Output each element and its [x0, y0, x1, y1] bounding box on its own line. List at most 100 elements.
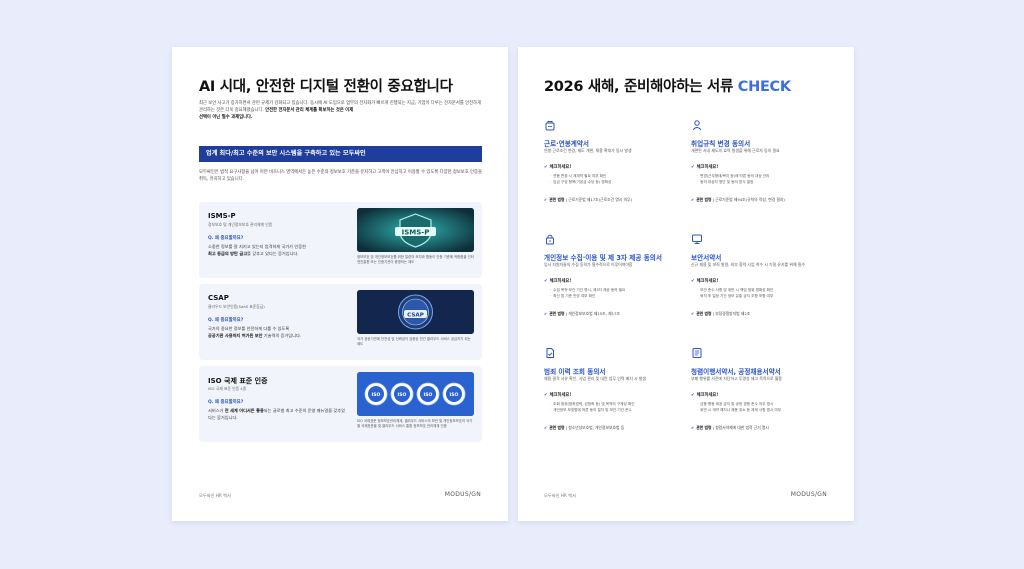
document-description: 채용 결격 사유 확인, 사업 관리 및 내란 업무 인력 배치 시 발생: [544, 376, 646, 381]
cert-subtitle: ISO 국제 표준 인증 4종: [208, 386, 247, 391]
check-icon: ✔: [691, 197, 695, 202]
check-label: ✔ 체크하세요!: [544, 392, 571, 398]
cert-caption: ISO 국제표준 정보보호관리체계, 클라우드 서비스의 보안 및 개인정보보호…: [357, 419, 473, 429]
person-icon: [692, 120, 702, 131]
check-label: ✔ 체크하세요!: [544, 164, 571, 170]
check-list: 조회 범위(범죄경력, 성범죄 등) 및 목적의 구체성 확인 개인정보 보호법…: [550, 401, 635, 413]
law-reference: ✔ 관련 법령 | 청렴서약제에 대한 법적 근거 명시: [691, 425, 769, 430]
lock-icon: [546, 234, 554, 245]
check-label-text: 체크하세요!: [696, 279, 719, 284]
law-reference: ✔ 관련 법령 | 부정경쟁방지법 제2조: [691, 311, 751, 316]
title-accent: CHECK: [737, 79, 791, 95]
check-icon: ✔: [544, 425, 548, 430]
law-label: 관련 법령: [549, 197, 565, 202]
cert-answer: 소중한 정보를 잘 지키고 있는지 엄격하게 국가가 인증한 최고 등급의 방탄…: [208, 244, 348, 257]
page-title: AI 시대, 안전한 디지털 전환이 중요합니다: [199, 79, 453, 95]
check-icon: ✔: [691, 279, 695, 284]
document-check-icon: [546, 348, 554, 358]
cert-question: Q. 왜 중요할까요?: [208, 236, 244, 241]
cert-subtitle: 정보보호 및 개인정보보호 관리체계 인증: [208, 222, 273, 227]
cert-answer-tail: 기술력의 증거입니다.: [262, 332, 302, 338]
cert-card-csap: CSAP 클라우드 보안인증(SaaS 표준등급) Q. 왜 중요할까요? 국가…: [199, 284, 482, 360]
footer-brand: MODUS/GN: [444, 491, 481, 498]
check-label-text: 체크하세요!: [549, 393, 572, 398]
cert-caption: 국가 공공기관에 안전성 및 신뢰성이 검증된 민간 클라우드 서비스 공급자가…: [357, 337, 471, 347]
cert-question: Q. 왜 중요할까요?: [208, 400, 244, 405]
check-icon: ✔: [691, 311, 695, 316]
csap-badge-image: CSAP: [357, 290, 474, 334]
badge-label: ISO: [450, 392, 459, 398]
document-title: 취업규칙 변경 동의서: [691, 140, 751, 148]
document-title: 개인정보 수집·이용 및 제 3자 제공 동의서: [544, 254, 662, 262]
cert-answer: 서비스가 전 세계 어디서든 통용되는 글로벌 최고 수준의 운영 매뉴얼을 갖…: [208, 408, 348, 421]
law-text: 근로기준법 제17조(근로조건 명시 의무): [568, 197, 632, 202]
check-icon: ✔: [544, 197, 548, 202]
check-list: 변경(근무형태/복지 등)에 따른 동의 대상 관리 동의 대상자 명단 및 동…: [697, 173, 769, 185]
law-reference: ✔ 관련 법령 | 근로기준법 제17조(근로조건 명시 의무): [544, 197, 632, 202]
badge-label: ISO: [372, 392, 381, 398]
law-reference: ✔ 관련 법령 | 근로기준법 제94조(규칙의 작성, 변경 절차): [691, 197, 785, 202]
check-label: ✔ 체크하세요!: [691, 164, 718, 170]
intro-paragraph: 최근 보안 사고가 증가하면서 관련 규제가 강화되고 있습니다. 동시에 AI…: [199, 100, 483, 121]
check-list: 연봉 변경 시 재계약 필요 여부 확인 임금 구성 항목(기본급·수당 등) …: [550, 173, 611, 185]
cert-answer-text: 서비스가: [208, 408, 225, 413]
cert-name: ISMS-P: [208, 212, 236, 220]
isms-p-badge-image: ISMS-P: [357, 208, 474, 252]
page-title: 2026 새해, 준비해야하는 서류 CHECK: [544, 75, 791, 96]
check-label: ✔ 체크하세요!: [544, 278, 571, 284]
check-icon: ✔: [691, 425, 695, 430]
document-description: 부패 행위를 사전에 차단하고 투명성 제고 목적으로 활용: [691, 376, 782, 381]
list-item: 임금 구성 항목(기본급·수당 등) 명확성: [550, 179, 611, 185]
cert-answer-text: 소중한 정보를 잘 지키고 있는지 엄격하게 국가가 인증한: [208, 244, 306, 249]
check-icon: ✔: [544, 311, 548, 316]
cert-question: Q. 왜 중요할까요?: [208, 318, 244, 323]
check-label-text: 체크하세요!: [696, 165, 719, 170]
banner-description: 모두싸인은 법적 요구사항을 넘어 어떤 비즈니스 영역에서든 높은 수준의 정…: [199, 170, 482, 182]
cert-name: ISO 국제 표준 인증: [208, 377, 268, 385]
document-title: 청렴이행서약서, 공정채용서약서: [691, 368, 781, 376]
law-label: 관련 법령: [549, 425, 565, 430]
check-icon: ✔: [544, 165, 548, 170]
cert-caption: 정보보호 및 개인정보보호를 위한 일련의 조치와 활동이 인증 기준에 적합함…: [357, 255, 474, 265]
intro-line-1: 최근 보안 사고가 증가하면서 관련 규제가 강화되고 있습니다. 동시에 AI…: [199, 101, 417, 106]
law-label: 관련 법령: [549, 311, 565, 316]
list-item: 퇴직 후 일정 기간 정보 유출 금지 조항 포함 여부: [697, 293, 773, 299]
intro-bold: 안전한 전자문서 관리 체계를 확보하는 것은 이제: [265, 108, 354, 113]
cert-answer-tail: 를 갖추고 있다는 증거입니다.: [247, 250, 299, 256]
list-item: 위반 시 계약 해지나 채용 취소 등 제재 사항 명시 여부: [697, 407, 781, 413]
document-title: 범죄 이력 조회 동의서: [544, 368, 606, 376]
check-label-text: 체크하세요!: [549, 279, 572, 284]
cert-answer-bold: 전 세계 어디서든 통용: [224, 408, 264, 413]
cert-card-iso: ISO 국제 표준 인증 ISO 국제 표준 인증 4종 Q. 왜 중요할까요?…: [199, 366, 482, 442]
left-page: AI 시대, 안전한 디지털 전환이 중요합니다 최근 보안 사고가 증가하면서…: [172, 47, 508, 521]
badge-label: ISO: [424, 392, 433, 398]
check-label: ✔ 체크하세요!: [691, 278, 718, 284]
check-icon: ✔: [691, 393, 695, 398]
law-text: 청소년성보호법, 개인정보보호법 등: [568, 425, 625, 430]
law-reference: ✔ 관련 법령 | 개인정보보호법 제15조, 제17조: [544, 311, 620, 316]
check-icon: ✔: [544, 279, 548, 284]
check-icon: ✔: [544, 393, 548, 398]
check-label-text: 체크하세요!: [549, 165, 572, 170]
check-icon: ✔: [691, 165, 695, 170]
cert-card-isms-p: ISMS-P 정보보호 및 개인정보보호 관리체계 인증 Q. 왜 중요할까요?…: [199, 202, 482, 278]
law-text: 청렴서약제에 대한 법적 근거 명시: [715, 425, 769, 430]
law-label: 관련 법령: [696, 311, 712, 316]
document-title: 보안서약서: [691, 254, 722, 262]
cert-name: CSAP: [208, 294, 229, 302]
footer-brand: MODUS/GN: [790, 491, 827, 498]
check-label: ✔ 체크하세요!: [691, 392, 718, 398]
list-item: 개인정보 보호법에 따른 동의 절차 및 보관 기간 준수: [550, 407, 635, 413]
cert-answer-bold: 최고 등급의 방탄 금고: [208, 250, 248, 256]
intro-bold-2: 선택이 아닌 필수 과제입니다.: [199, 115, 253, 120]
check-list: 금품·향응 제공 금지 및 공정 경쟁 준수 의무 명시 위반 시 계약 해지나…: [697, 401, 781, 413]
section-banner: 업계 최다/최고 수준의 보안 시스템을 구축하고 있는 모두싸인: [199, 146, 482, 162]
badge-label: ISO: [398, 392, 407, 398]
list-item: 동의 대상자 명단 및 동의 방식 결정: [697, 179, 769, 185]
cert-answer-bold: 공공기관 사용까지 허가된 보안: [208, 332, 263, 338]
footer-left: 모두싸인 HR 백서: [199, 493, 231, 498]
cert-subtitle: 클라우드 보안인증(SaaS 표준등급): [208, 304, 265, 309]
iso-badges-image: ISO ISO ISO ISO: [357, 372, 474, 416]
law-text: 부정경쟁방지법 제2조: [715, 311, 751, 316]
badge-label: CSAP: [407, 312, 424, 318]
